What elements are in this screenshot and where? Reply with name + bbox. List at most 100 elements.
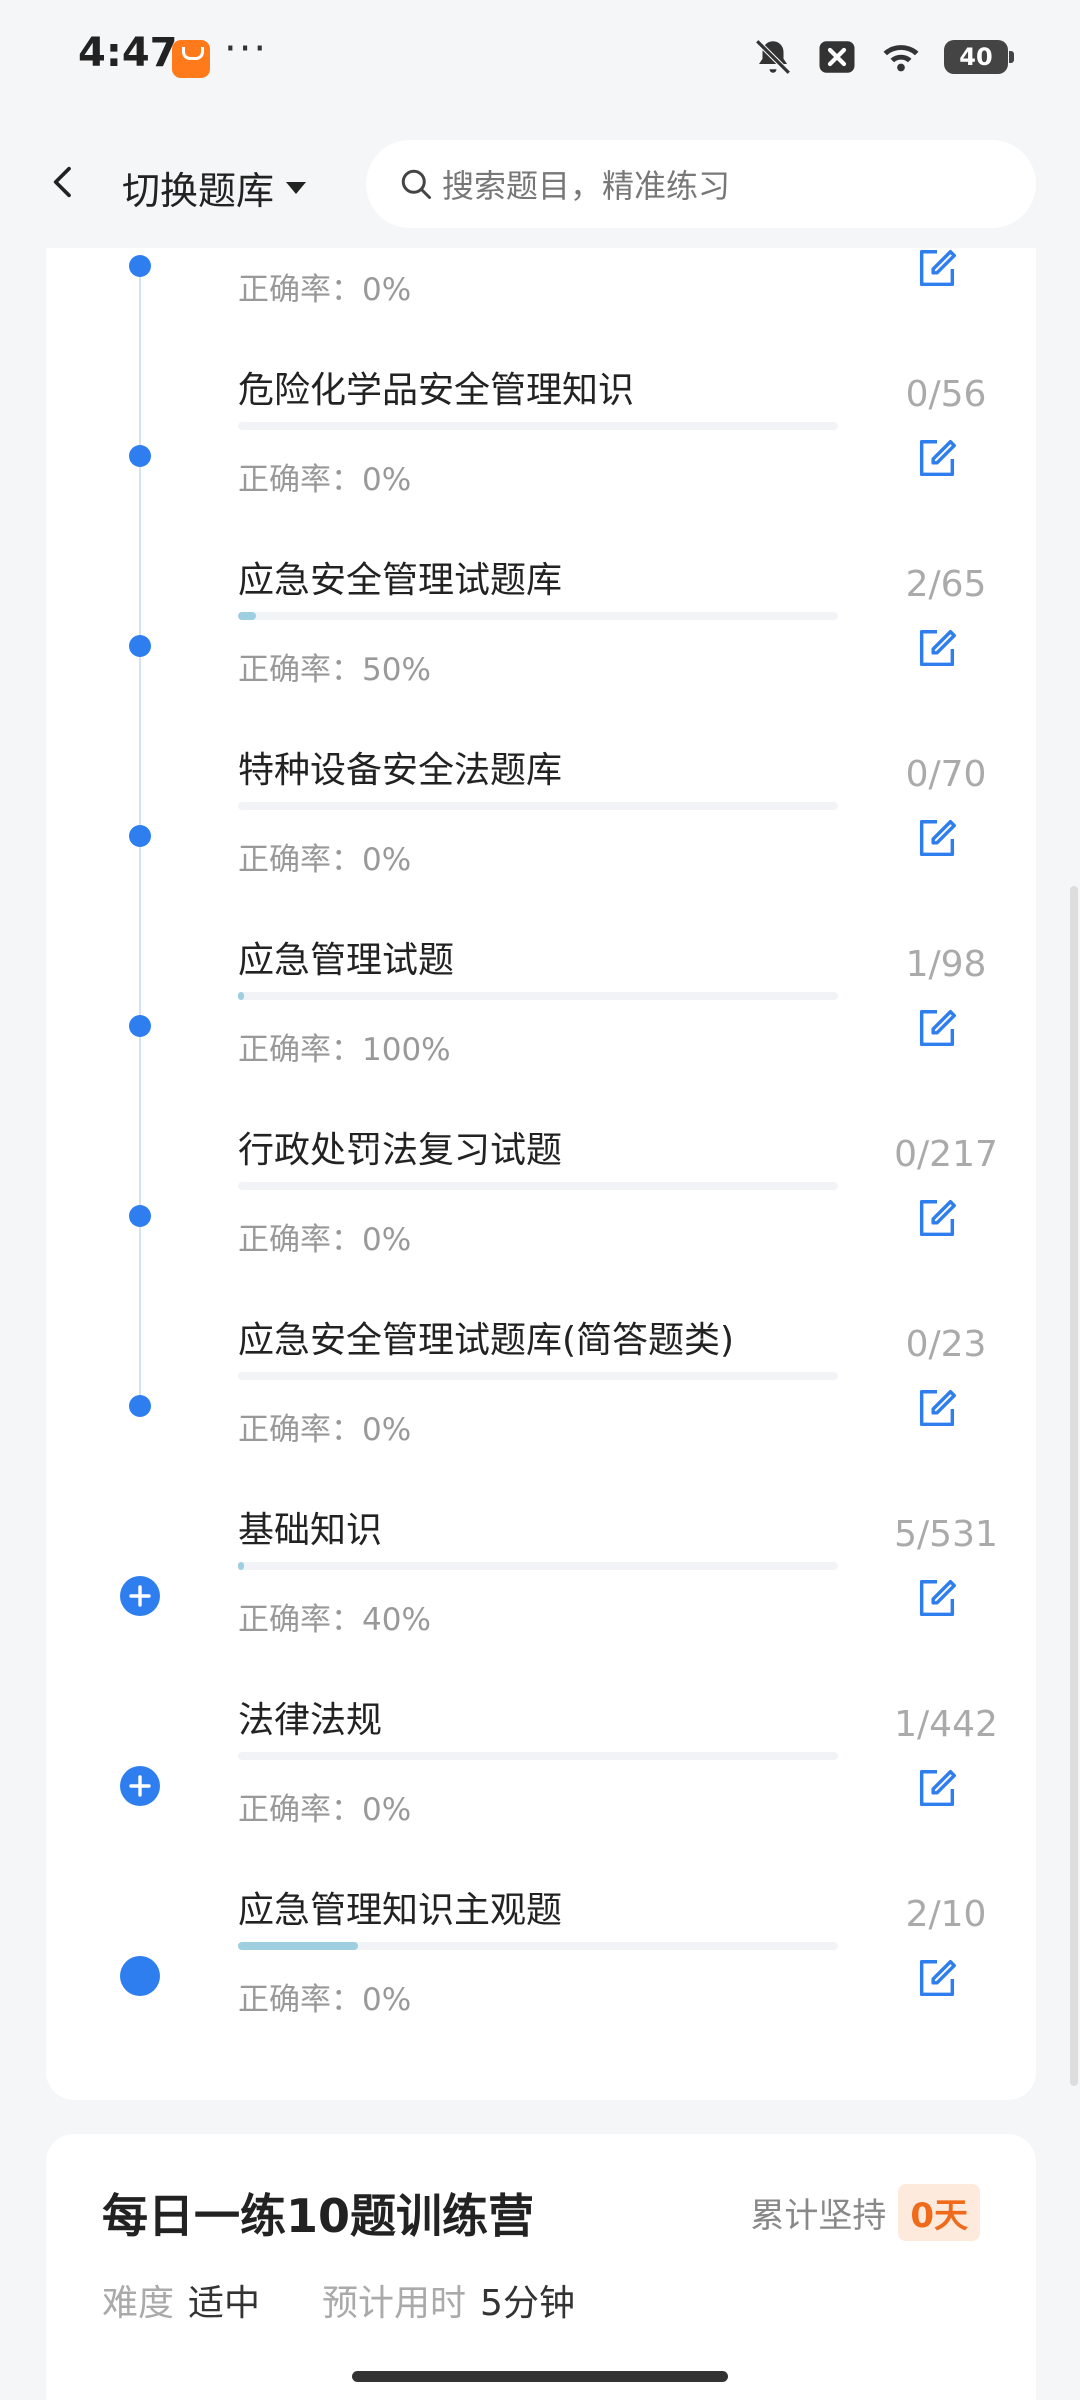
progress-bar: [238, 992, 838, 1000]
item-title: 应急管理知识主观题: [238, 1890, 563, 1931]
accuracy-text: 正确率：0%: [238, 272, 412, 308]
switch-bank-label: 切换题库: [122, 169, 275, 213]
estimated-time-value: 5分钟: [480, 2283, 575, 2324]
progress-fill: [238, 1562, 244, 1570]
progress-fill: [238, 992, 244, 1000]
item-title: 特种设备安全法题库: [238, 750, 563, 791]
list-item[interactable]: 应急安全管理试题库正确率：50% 2/65: [46, 536, 1036, 726]
list-item[interactable]: 危险化学品安全管理知识正确率：0% 0/56: [46, 346, 1036, 536]
progress-bar: [238, 1562, 838, 1570]
progress-bar: [238, 422, 838, 430]
progress-count: 2/65: [905, 564, 987, 605]
item-title: 应急安全管理试题库(简答题类): [238, 1320, 735, 1361]
item-title: 应急管理试题: [238, 940, 455, 981]
timeline-dot: [129, 825, 151, 847]
progress-count: 0/23: [905, 1324, 987, 1365]
list-item[interactable]: 行政处罚法复习试题正确率：0% 0/217: [46, 1106, 1036, 1296]
search-input[interactable]: 搜索题目，精准练习: [366, 140, 1036, 228]
daily-practice-card[interactable]: 每日一练10题训练营 累计坚持 0天 难度 适中 预计用时 5分钟: [46, 2134, 1036, 2400]
back-arrow-icon[interactable]: [44, 162, 84, 202]
item-title: 危险化学品安全管理知识: [238, 370, 635, 411]
edit-practice-icon[interactable]: [914, 1196, 960, 1242]
accuracy-text: 正确率：40%: [238, 1602, 431, 1638]
search-icon: [401, 169, 431, 199]
progress-fill: [238, 1942, 358, 1950]
daily-practice-meta: 难度 适中 预计用时 5分钟: [102, 2274, 637, 2326]
home-indicator[interactable]: [352, 2371, 728, 2382]
streak-indicator: 累计坚持 0天: [750, 2184, 980, 2241]
battery-indicator: 40: [944, 40, 1014, 74]
streak-label: 累计坚持: [750, 2196, 887, 2236]
progress-bar: [238, 1182, 838, 1190]
close-box-icon: [819, 41, 855, 73]
caret-down-icon: [286, 181, 307, 194]
edit-practice-icon[interactable]: [914, 816, 960, 862]
list-item[interactable]: 应急安全管理试题库(简答题类) 正确率：0% 0/23: [46, 1296, 1036, 1486]
progress-count: 2/10: [905, 1894, 987, 1935]
edit-practice-icon[interactable]: [914, 436, 960, 482]
accuracy-text: 正确率：0%: [238, 462, 412, 498]
list-item[interactable]: 特种设备安全法题库正确率：0% 0/70: [46, 726, 1036, 916]
timeline-dot: [129, 635, 151, 657]
accuracy-text: 正确率：0%: [238, 1982, 412, 2018]
scrollbar[interactable]: [1070, 886, 1078, 2086]
wifi-icon: [883, 45, 919, 72]
item-title: 行政处罚法复习试题: [238, 1130, 563, 1171]
progress-bar: [238, 612, 838, 620]
accuracy-text: 正确率：0%: [238, 1222, 412, 1258]
header: 切换题库 搜索题目，精准练习: [0, 118, 1080, 248]
status-icons: 40: [752, 36, 1014, 78]
accuracy-text: 正确率：0%: [238, 842, 412, 878]
search-placeholder: 搜索题目，精准练习: [442, 167, 731, 205]
edit-practice-icon[interactable]: [914, 1006, 960, 1052]
accuracy-text: 正确率：50%: [238, 652, 431, 688]
item-title: 法律法规: [238, 1700, 383, 1741]
list-item[interactable]: 应急管理知识主观题正确率：0% 2/10: [46, 1866, 1036, 2056]
progress-count: 1/98: [905, 944, 987, 985]
expand-plus-icon[interactable]: [120, 1766, 160, 1806]
progress-count: 0/217: [894, 1134, 998, 1175]
progress-count: 0/70: [905, 754, 987, 795]
status-bar: 4:47 ··· 40: [0, 0, 1080, 118]
timeline-dot: [129, 1395, 151, 1417]
question-bank-list: 正确率：0% 危险化学品安全管理知识 正确率：0% 0/56 应急安全管理试题库 正确率：…: [46, 248, 1036, 2100]
difficulty-label: 难度: [102, 2283, 175, 2324]
list-item[interactable]: 应急管理试题正确率：100% 1/98: [46, 916, 1036, 1106]
progress-count: 1/442: [894, 1704, 998, 1745]
edit-practice-icon[interactable]: [914, 1576, 960, 1622]
accuracy-text: 正确率：100%: [238, 1032, 451, 1068]
edit-practice-icon[interactable]: [914, 248, 960, 292]
list-item[interactable]: 基础知识正确率：40% 5/531: [46, 1486, 1036, 1676]
progress-count: 0/56: [905, 374, 987, 415]
progress-fill: [238, 612, 256, 620]
streak-days-badge: 0天: [898, 2184, 980, 2241]
more-notifications-icon: ···: [224, 26, 269, 72]
progress-count: 5/531: [894, 1514, 998, 1555]
list-item[interactable]: 法律法规正确率：0% 1/442: [46, 1676, 1036, 1866]
timeline-dot: [129, 1205, 151, 1227]
timeline-dot: [129, 255, 151, 277]
accuracy-text: 正确率：0%: [238, 1412, 412, 1448]
timeline-dot: [129, 1015, 151, 1037]
edit-practice-icon[interactable]: [914, 1956, 960, 2002]
accuracy-text: 正确率：0%: [238, 1792, 412, 1828]
progress-bar: [238, 1752, 838, 1760]
daily-practice-title: 每日一练10题训练营: [102, 2189, 535, 2243]
item-title: 基础知识: [238, 1510, 383, 1551]
timeline-dot: [129, 445, 151, 467]
progress-bar: [238, 1372, 838, 1380]
edit-practice-icon[interactable]: [914, 1766, 960, 1812]
shopping-bag-icon: [172, 40, 210, 78]
expand-plus-icon[interactable]: [120, 1576, 160, 1616]
difficulty-value: 适中: [188, 2283, 261, 2324]
list-item[interactable]: 正确率：0%: [46, 248, 1036, 346]
progress-bar: [238, 802, 838, 810]
switch-question-bank-button[interactable]: 切换题库: [122, 160, 308, 215]
progress-bar: [238, 1942, 838, 1950]
status-time: 4:47: [78, 30, 178, 76]
estimated-time-label: 预计用时: [322, 2283, 467, 2324]
timeline-dot: [120, 1956, 160, 1996]
edit-practice-icon[interactable]: [914, 1386, 960, 1432]
item-title: 应急安全管理试题库: [238, 560, 563, 601]
edit-practice-icon[interactable]: [914, 626, 960, 672]
